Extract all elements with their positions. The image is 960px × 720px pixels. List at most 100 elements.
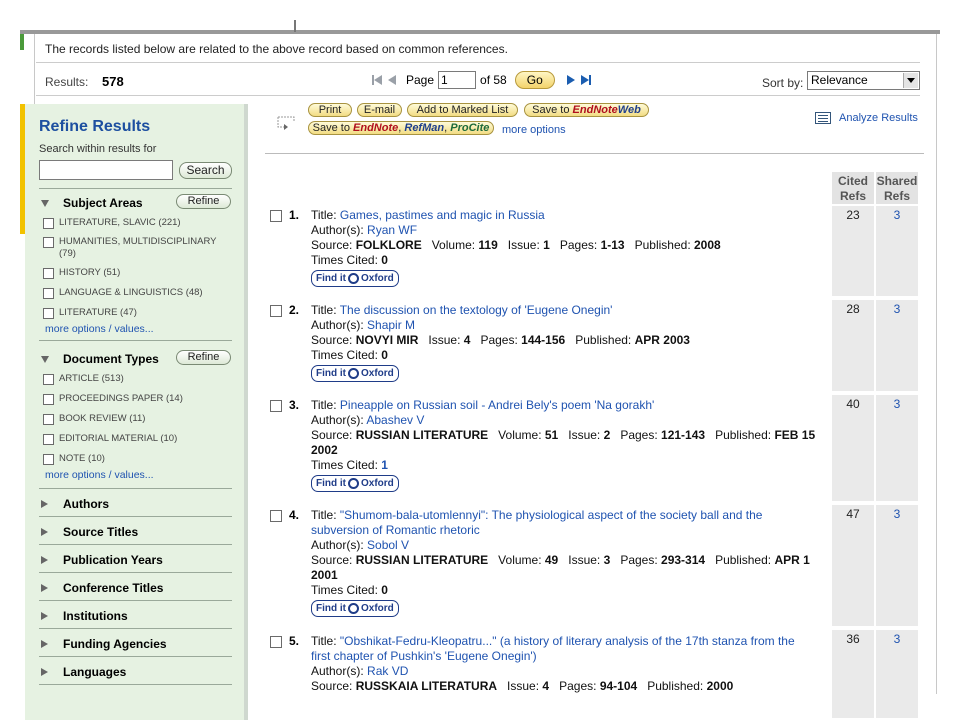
pagination: Page of 58 Go	[372, 70, 591, 90]
divider	[39, 188, 232, 189]
times-cited: 0	[381, 253, 388, 267]
shared-refs-cell[interactable]: 3	[876, 206, 918, 298]
section-source-titles[interactable]: Source Titles	[39, 524, 234, 545]
triangle-down-icon[interactable]	[41, 356, 49, 363]
shared-refs-cell[interactable]: 3	[876, 505, 918, 628]
document-type-option[interactable]: PROCEEDINGS PAPER (14)	[43, 393, 233, 405]
top-notch	[294, 20, 296, 32]
cited-refs-cell: 28	[832, 300, 874, 393]
refine-document-types-button[interactable]: Refine	[176, 350, 231, 365]
subject-area-option[interactable]: LITERATURE, SLAVIC (221)	[43, 217, 233, 229]
record-title-link[interactable]: Pineapple on Russian soil - Andrei Bely'…	[340, 398, 654, 412]
subject-area-option[interactable]: HUMANITIES, MULTIDISCIPLINARY (79)	[43, 236, 233, 260]
record-checkbox[interactable]	[270, 636, 282, 648]
document-type-option[interactable]: BOOK REVIEW (11)	[43, 413, 233, 425]
triangle-right-icon[interactable]	[41, 640, 48, 648]
triangle-right-icon[interactable]	[41, 500, 48, 508]
previous-page-icon[interactable]	[388, 75, 396, 85]
refine-subject-areas-button[interactable]: Refine	[176, 194, 231, 209]
shared-refs-cell[interactable]: 3	[876, 300, 918, 393]
go-button[interactable]: Go	[514, 71, 555, 89]
find-it-oxford-button[interactable]: Find it Oxford	[311, 365, 399, 382]
subject-area-option[interactable]: HISTORY (51)	[43, 267, 233, 279]
document-type-option[interactable]: ARTICLE (513)	[43, 373, 233, 385]
find-it-oxford-button[interactable]: Find it Oxford	[311, 600, 399, 617]
subject-areas-section[interactable]: Subject Areas Refine	[39, 194, 234, 212]
section-institutions[interactable]: Institutions	[39, 608, 234, 629]
oxford-ring-icon	[348, 603, 359, 614]
document-types-more-link[interactable]: more options / values...	[45, 469, 154, 481]
record-title-link[interactable]: Games, pastimes and magic in Russia	[340, 208, 545, 222]
triangle-right-icon[interactable]	[41, 584, 48, 592]
sort-select[interactable]: Relevance	[807, 71, 920, 90]
triangle-right-icon[interactable]	[41, 528, 48, 536]
record-checkbox[interactable]	[270, 510, 282, 522]
checkbox[interactable]	[43, 237, 54, 248]
triangle-right-icon[interactable]	[41, 612, 48, 620]
document-type-option[interactable]: EDITORIAL MATERIAL (10)	[43, 433, 233, 445]
checkbox[interactable]	[43, 288, 54, 299]
dropdown-arrow-icon[interactable]	[903, 73, 918, 88]
cited-refs-cell: 23	[832, 206, 874, 298]
search-button[interactable]: Search	[179, 162, 232, 179]
cited-refs-header[interactable]: Cited Refs	[832, 172, 874, 204]
record-title-link[interactable]: "Obshikat-Fedru-Kleopatru..." (a history…	[311, 634, 795, 663]
save-to-endnote-web-button[interactable]: Save to EndNoteWeb	[524, 103, 649, 117]
record-title-link[interactable]: The discussion on the textology of 'Euge…	[340, 303, 613, 317]
checkbox[interactable]	[43, 268, 54, 279]
author-link[interactable]: Shapir M	[367, 318, 415, 332]
select-arrow-icon[interactable]	[274, 115, 298, 131]
email-button[interactable]: E-mail	[357, 103, 402, 117]
section-authors[interactable]: Authors	[39, 496, 234, 517]
subject-areas-more-link[interactable]: more options / values...	[45, 323, 154, 335]
triangle-right-icon[interactable]	[41, 668, 48, 676]
subject-area-option[interactable]: LITERATURE (47)	[43, 307, 233, 319]
shared-refs-cell[interactable]: 3	[876, 630, 918, 720]
record-checkbox[interactable]	[270, 210, 282, 222]
more-options-link[interactable]: more options	[502, 124, 566, 136]
search-within-input[interactable]	[39, 160, 173, 180]
analyze-results-icon[interactable]	[815, 112, 831, 124]
last-page-icon[interactable]	[580, 75, 591, 85]
checkbox[interactable]	[43, 454, 54, 465]
record-checkbox[interactable]	[270, 305, 282, 317]
triangle-right-icon[interactable]	[41, 556, 48, 564]
record-title-link[interactable]: "Shumom-bala-utomlennyi": The physiologi…	[311, 508, 762, 537]
divider	[36, 62, 920, 63]
first-page-icon[interactable]	[372, 75, 382, 85]
add-to-marked-list-button[interactable]: Add to Marked List	[407, 103, 518, 117]
print-button[interactable]: Print	[308, 103, 352, 117]
results-count: 578	[102, 74, 124, 89]
document-types-section[interactable]: Document Types Refine	[39, 350, 234, 368]
section-conference-titles[interactable]: Conference Titles	[39, 580, 234, 601]
find-it-oxford-button[interactable]: Find it Oxford	[311, 475, 399, 492]
shared-refs-header[interactable]: Shared Refs	[876, 172, 918, 204]
section-publication-years[interactable]: Publication Years	[39, 552, 234, 573]
subject-area-option[interactable]: LANGUAGE & LINGUISTICS (48)	[43, 287, 233, 299]
checkbox[interactable]	[43, 394, 54, 405]
record-number: 5.	[289, 634, 300, 648]
author-link[interactable]: Abashev V	[366, 413, 424, 427]
analyze-results-link[interactable]: Analyze Results	[815, 112, 918, 124]
checkbox[interactable]	[43, 414, 54, 425]
checkbox[interactable]	[43, 434, 54, 445]
author-link[interactable]: Sobol V	[367, 538, 409, 552]
page-number-input[interactable]	[438, 71, 477, 89]
document-type-option[interactable]: NOTE (10)	[43, 453, 233, 465]
cited-refs-cell: 36	[832, 630, 874, 720]
triangle-down-icon[interactable]	[41, 200, 49, 207]
checkbox[interactable]	[43, 308, 54, 319]
find-it-oxford-button[interactable]: Find it Oxford	[311, 270, 399, 287]
author-link[interactable]: Rak VD	[367, 664, 408, 678]
checkbox[interactable]	[43, 374, 54, 385]
section-funding-agencies[interactable]: Funding Agencies	[39, 636, 234, 657]
next-page-icon[interactable]	[566, 75, 575, 85]
checkbox[interactable]	[43, 218, 54, 229]
shared-refs-cell[interactable]: 3	[876, 395, 918, 503]
times-cited-link[interactable]: 1	[381, 458, 388, 472]
save-to-endnote-refman-procite-button[interactable]: Save to EndNote, RefMan, ProCite	[308, 121, 494, 135]
author-link[interactable]: Ryan WF	[367, 223, 417, 237]
cited-refs-cell: 40	[832, 395, 874, 503]
record-checkbox[interactable]	[270, 400, 282, 412]
section-languages[interactable]: Languages	[39, 664, 234, 685]
